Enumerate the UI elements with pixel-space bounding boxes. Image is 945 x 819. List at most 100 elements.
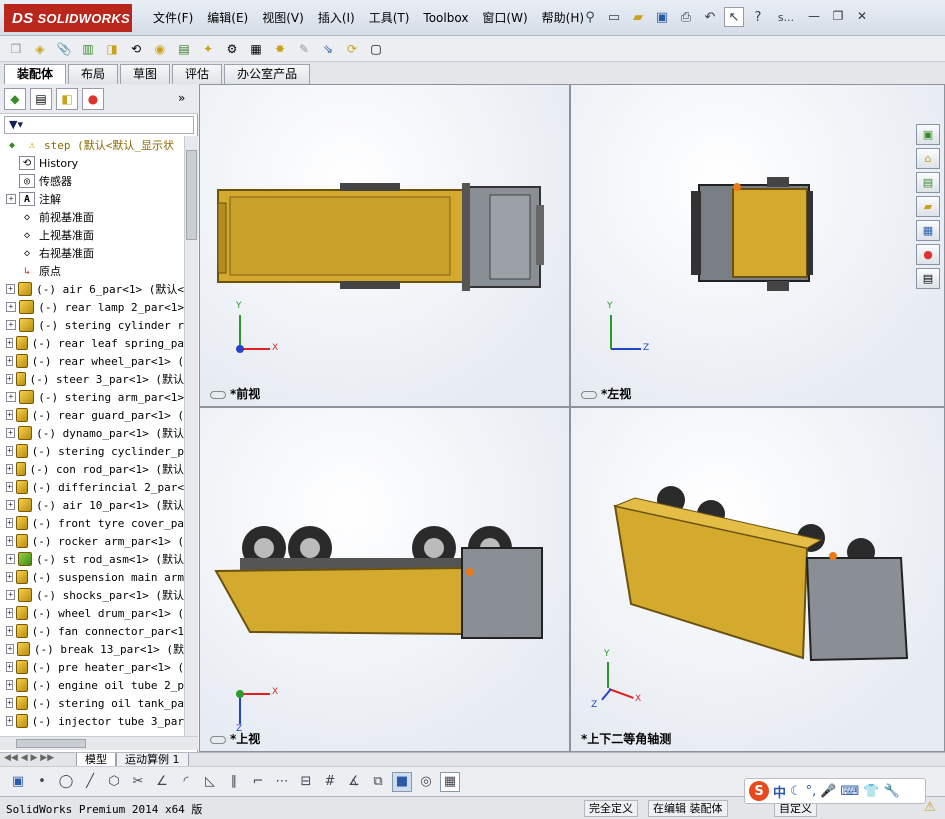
- explode-line-icon[interactable]: ✎: [294, 39, 314, 59]
- print-icon[interactable]: ⎙: [676, 7, 696, 27]
- tree-item[interactable]: + (-) con rod_par<1> (默认: [0, 460, 184, 478]
- tree-item[interactable]: + (-) fan connector_par<1: [0, 622, 184, 640]
- table-icon[interactable]: ▦: [440, 771, 460, 792]
- minimize-icon[interactable]: —: [804, 7, 824, 25]
- tree-item[interactable]: + (-) air 6_par<1> (默认<: [0, 280, 184, 298]
- tree-item[interactable]: + (-) pre heater_par<1> (: [0, 658, 184, 676]
- expand-toggle-icon[interactable]: +: [6, 590, 15, 600]
- shaded-cube-icon[interactable]: ■: [392, 771, 412, 792]
- tree-item[interactable]: + (-) wheel drum_par<1> (: [0, 604, 184, 622]
- solidworks-resources-icon[interactable]: ▣: [916, 124, 940, 145]
- restore-icon[interactable]: ❐: [828, 7, 848, 25]
- display-manager-tab-icon[interactable]: ●: [82, 87, 104, 110]
- expand-toggle-icon[interactable]: +: [6, 644, 15, 654]
- grid-icon[interactable]: #: [320, 772, 340, 792]
- linear-pattern-icon[interactable]: ▥: [78, 39, 98, 59]
- corner-icon[interactable]: ⌐: [248, 772, 268, 792]
- tree-item[interactable]: ◇ 上视基准面: [0, 226, 184, 244]
- exploded-view-icon[interactable]: ✸: [270, 39, 290, 59]
- tree-item[interactable]: + (-) st rod_asm<1> (默认: [0, 550, 184, 568]
- wrench-icon[interactable]: 🔧: [883, 784, 899, 799]
- tree-item[interactable]: ⟲ History: [0, 154, 184, 172]
- viewport-isometric[interactable]: Y X Z *上下二等角轴测: [570, 407, 945, 752]
- graphics-area[interactable]: ⌕ ⌕ ↩ ◫ ▧ ■ 👁 ● ✿ ▣ ⊡ ⊡ — ❐ ✕: [199, 84, 945, 752]
- tree-root[interactable]: ◆ ⚠ step (默认<默认_显示状: [0, 136, 184, 154]
- bill-of-materials-icon[interactable]: ▦: [246, 39, 266, 59]
- tree-item[interactable]: ↳ 原点: [0, 262, 184, 280]
- expand-toggle-icon[interactable]: +: [6, 536, 14, 546]
- hscroll-thumb[interactable]: [16, 739, 86, 748]
- expand-toggle-icon[interactable]: +: [6, 356, 14, 366]
- tab-office-products[interactable]: 办公室产品: [224, 64, 311, 84]
- viewport-left[interactable]: Y Z *左视: [570, 84, 945, 407]
- expand-toggle-icon[interactable]: +: [6, 338, 14, 348]
- assembly-features-icon[interactable]: ▤: [174, 39, 194, 59]
- line-icon[interactable]: ╱: [80, 772, 100, 792]
- tab-layout[interactable]: 布局: [68, 64, 119, 84]
- view-palette-icon[interactable]: ▦: [916, 220, 940, 241]
- tree-item[interactable]: + (-) shocks_par<1> (默认: [0, 586, 184, 604]
- ime-language[interactable]: 中: [773, 782, 786, 801]
- tree-item[interactable]: + (-) break 13_par<1> (默: [0, 640, 184, 658]
- tree-item[interactable]: + (-) engine oil tube 2_p: [0, 676, 184, 694]
- snapshot-icon[interactable]: ▢: [366, 39, 386, 59]
- pin-icon[interactable]: ⚲: [580, 7, 600, 27]
- menu-insert[interactable]: 插入(I): [311, 9, 362, 27]
- tree-item[interactable]: + (-) rear guard_par<1> (: [0, 406, 184, 424]
- smart-fasteners-icon[interactable]: ◨: [102, 39, 122, 59]
- mate-icon[interactable]: 📎: [54, 39, 74, 59]
- horizontal-dim-icon[interactable]: ⊟: [296, 772, 316, 792]
- move-component-icon[interactable]: ⟲: [126, 39, 146, 59]
- expand-toggle-icon[interactable]: +: [6, 680, 14, 690]
- tree-item[interactable]: + (-) dynamo_par<1> (默认: [0, 424, 184, 442]
- menu-edit[interactable]: 编辑(E): [200, 9, 255, 27]
- trim-icon[interactable]: ✂: [128, 772, 148, 792]
- close-icon[interactable]: ✕: [852, 7, 872, 25]
- dimension-icon[interactable]: ⋯: [272, 772, 292, 792]
- expand-toggle-icon[interactable]: +: [6, 626, 14, 636]
- expand-toggle-icon[interactable]: +: [6, 482, 14, 492]
- point-icon[interactable]: •: [32, 772, 52, 792]
- menu-toolbox[interactable]: Toolbox: [416, 9, 475, 27]
- rebuild-icon[interactable]: ⚠: [924, 800, 936, 815]
- panel-expand-icon[interactable]: »: [178, 91, 185, 105]
- tree-item[interactable]: + (-) injector tube 3_par: [0, 712, 184, 730]
- sogou-logo[interactable]: S: [749, 781, 769, 801]
- expand-toggle-icon[interactable]: +: [6, 284, 15, 294]
- parallel-icon[interactable]: ∥: [224, 772, 244, 792]
- property-manager-tab-icon[interactable]: ▤: [30, 87, 52, 110]
- moon-icon[interactable]: ☾: [790, 784, 802, 799]
- expand-toggle-icon[interactable]: +: [6, 446, 14, 456]
- expand-toggle-icon[interactable]: +: [6, 302, 16, 312]
- menu-tools[interactable]: 工具(T): [362, 9, 417, 27]
- polygon-icon[interactable]: ⬡: [104, 772, 124, 792]
- tree-item[interactable]: + (-) air 10_par<1> (默认: [0, 496, 184, 514]
- cube-icon[interactable]: ⧉: [368, 772, 388, 792]
- open-folder-icon[interactable]: ▰: [628, 7, 648, 27]
- tab-nav-arrows[interactable]: ◀◀ ◀ ▶ ▶▶: [4, 753, 54, 763]
- tab-sketch[interactable]: 草图: [120, 64, 171, 84]
- tab-evaluate[interactable]: 评估: [172, 64, 223, 84]
- expand-toggle-icon[interactable]: +: [6, 392, 16, 402]
- microphone-icon[interactable]: 🎤: [820, 784, 836, 799]
- expand-toggle-icon[interactable]: +: [6, 374, 13, 384]
- circle-icon[interactable]: ◯: [56, 772, 76, 792]
- select-arrow-icon[interactable]: ↖: [724, 7, 744, 27]
- tree-vertical-scrollbar[interactable]: [184, 136, 198, 736]
- tree-item[interactable]: + (-) differincial 2_par<: [0, 478, 184, 496]
- expand-toggle-icon[interactable]: +: [6, 194, 16, 204]
- expand-toggle-icon[interactable]: +: [6, 698, 14, 708]
- reference-geometry-icon[interactable]: ✦: [198, 39, 218, 59]
- expand-toggle-icon[interactable]: +: [6, 410, 14, 420]
- insert-component-icon[interactable]: ❒: [6, 39, 26, 59]
- expand-toggle-icon[interactable]: +: [6, 716, 14, 726]
- undo-icon[interactable]: ↶: [700, 7, 720, 27]
- tree-item[interactable]: + (-) steer 3_par<1> (默认: [0, 370, 184, 388]
- tree-horizontal-scrollbar[interactable]: [0, 736, 198, 750]
- expand-toggle-icon[interactable]: +: [6, 608, 14, 618]
- home-icon[interactable]: ⌂: [916, 148, 940, 169]
- tree-item[interactable]: + (-) rear leaf spring_pa: [0, 334, 184, 352]
- menu-view[interactable]: 视图(V): [255, 9, 311, 27]
- tree-item[interactable]: + (-) suspension main arm: [0, 568, 184, 586]
- new-part-icon[interactable]: ◈: [30, 39, 50, 59]
